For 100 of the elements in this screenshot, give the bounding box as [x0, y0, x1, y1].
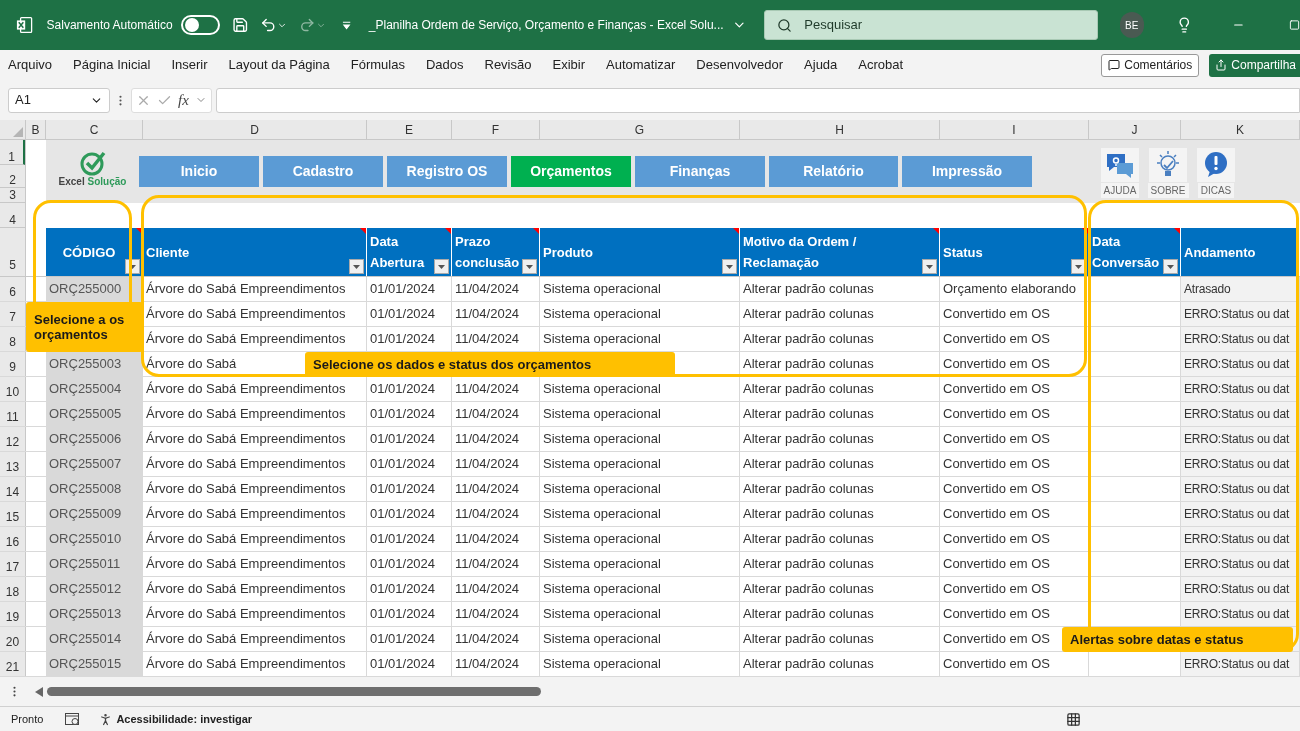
column-header[interactable]: D [143, 120, 367, 139]
filter-button[interactable] [1163, 259, 1178, 274]
search-field[interactable]: Pesquisar [764, 10, 1098, 40]
ribbon-tab[interactable]: Ajuda [798, 52, 844, 78]
insert-function-button[interactable]: fx [178, 88, 189, 112]
table-cell: ORÇ255007 [46, 452, 143, 476]
spreadsheet-logo-icon[interactable] [16, 16, 33, 34]
table-cell: Árvore do Sabá Empreendimentos [143, 502, 367, 526]
normal-view-icon[interactable] [1066, 711, 1082, 727]
filter-button[interactable] [922, 259, 937, 274]
table-cell: Alterar padrão colunas [740, 402, 940, 426]
header-label: Status [943, 243, 983, 262]
table-cell: Sistema operacional [540, 527, 740, 551]
table-cell: Sistema operacional [540, 402, 740, 426]
row-header[interactable]: 11 [0, 402, 26, 426]
filter-button[interactable] [434, 259, 449, 274]
ribbon-tab[interactable]: Automatizar [600, 52, 682, 78]
column-header[interactable]: C [46, 120, 143, 139]
ribbon-tab[interactable]: Layout da Página [222, 52, 336, 78]
header-label: Motivo da Ordem / Reclamação [743, 233, 858, 272]
info-button-label[interactable]: DICAS [1197, 183, 1235, 198]
ribbon-tab[interactable]: Dados [419, 52, 470, 78]
caret-icon [438, 264, 445, 269]
row-header[interactable]: 16 [0, 527, 26, 551]
table-cell: 01/01/2024 [367, 427, 452, 451]
column-header[interactable]: B [26, 120, 46, 139]
accessibility-status[interactable]: Acessibilidade: investigar [116, 710, 253, 728]
callout-label: Selecione os dados e status dos orçamentos [305, 352, 675, 377]
ribbon-tab[interactable]: Acrobat [852, 52, 910, 78]
ribbon-tab[interactable]: Fórmulas [344, 52, 411, 78]
row-header[interactable]: 20 [0, 627, 26, 651]
column-header[interactable]: J [1089, 120, 1181, 139]
row-header[interactable]: 9 [0, 352, 26, 376]
autosave-toggle[interactable] [180, 15, 220, 35]
macro-record-icon[interactable] [65, 712, 81, 726]
search-icon [777, 17, 793, 33]
ribbon-tab[interactable]: Inserir [165, 52, 214, 78]
ribbon-tab[interactable]: Página Inicial [67, 52, 157, 78]
table-cell: ERRO:Status ou dat [1181, 402, 1300, 426]
customize-menu-icon[interactable] [341, 20, 351, 30]
column-header[interactable]: F [452, 120, 540, 139]
row-header[interactable]: 19 [0, 602, 26, 626]
table-cell: Alterar padrão colunas [740, 652, 940, 676]
row-header[interactable]: 13 [0, 452, 26, 476]
table-cell: ORÇ255003 [46, 352, 143, 376]
user-avatar[interactable]: BE [1119, 12, 1144, 38]
save-icon[interactable] [231, 16, 249, 34]
header-label: Data Abertura [370, 233, 426, 272]
table-cell: ERRO:Status ou dat [1181, 652, 1300, 676]
row-header[interactable]: 5 [0, 228, 26, 276]
table-cell: ERRO:Status ou dat [1181, 327, 1300, 351]
row-header[interactable]: 7 [0, 302, 26, 326]
horizontal-scrollbar[interactable] [47, 687, 541, 696]
restore-icon[interactable] [1289, 19, 1300, 31]
row-header[interactable]: 12 [0, 427, 26, 451]
column-header[interactable]: I [940, 120, 1089, 139]
comments-button[interactable]: Comentários [1101, 53, 1200, 77]
row-header[interactable]: 17 [0, 552, 26, 576]
share-button[interactable]: Compartilha [1209, 53, 1300, 77]
table-cell: Alterar padrão colunas [740, 302, 940, 326]
share-icon [1215, 59, 1228, 71]
table-cell: Alterar padrão colunas [740, 427, 940, 451]
info-button-label[interactable]: SOBRE [1147, 183, 1189, 198]
column-header[interactable]: K [1181, 120, 1300, 139]
undo-icon[interactable] [260, 16, 277, 34]
column-header[interactable]: E [367, 120, 452, 139]
row-header[interactable]: 3 [0, 188, 25, 203]
row-header[interactable]: 6 [0, 277, 26, 301]
column-header[interactable]: G [540, 120, 740, 139]
scroll-left-icon[interactable] [35, 686, 43, 697]
table-cell: Alterar padrão colunas [740, 352, 940, 376]
column-header[interactable]: H [740, 120, 940, 139]
table-cell: Alterar padrão colunas [740, 327, 940, 351]
name-box[interactable]: A1 [8, 87, 110, 113]
table-cell: Árvore do Sabá Empreendimentos [143, 477, 367, 501]
ribbon-tab[interactable]: Arquivo [2, 52, 59, 78]
table-cell: 01/01/2024 [367, 327, 452, 351]
table-cell: Convertido em OS [940, 577, 1089, 601]
table-cell: Convertido em OS [940, 352, 1089, 376]
filter-button[interactable] [349, 259, 364, 274]
row-header[interactable]: 10 [0, 377, 26, 401]
ribbon-tab[interactable]: Exibir [546, 52, 591, 78]
row-header[interactable]: 15 [0, 502, 26, 526]
row-header[interactable]: 8 [0, 327, 26, 351]
table-cell: Árvore do Sabá Empreendimentos [143, 427, 367, 451]
info-button-label[interactable]: AJUDA [1100, 183, 1140, 198]
ribbon-tab[interactable]: Revisão [478, 52, 538, 78]
table-cell: 11/04/2024 [452, 552, 540, 576]
table-cell: Árvore do Sabá Empreendimentos [143, 627, 367, 651]
ribbon-tab[interactable]: Desenvolvedor [690, 52, 790, 78]
table-cell: 11/04/2024 [452, 277, 540, 301]
row-header[interactable]: 2 [0, 165, 25, 188]
row-header[interactable]: 18 [0, 577, 26, 601]
filter-button[interactable] [722, 259, 737, 274]
row-header[interactable]: 21 [0, 652, 26, 676]
filter-button[interactable] [522, 259, 537, 274]
formula-field[interactable] [215, 87, 1300, 113]
table-cell: 11/04/2024 [452, 452, 540, 476]
table-cell: Sistema operacional [540, 652, 740, 676]
row-header[interactable]: 14 [0, 477, 26, 501]
